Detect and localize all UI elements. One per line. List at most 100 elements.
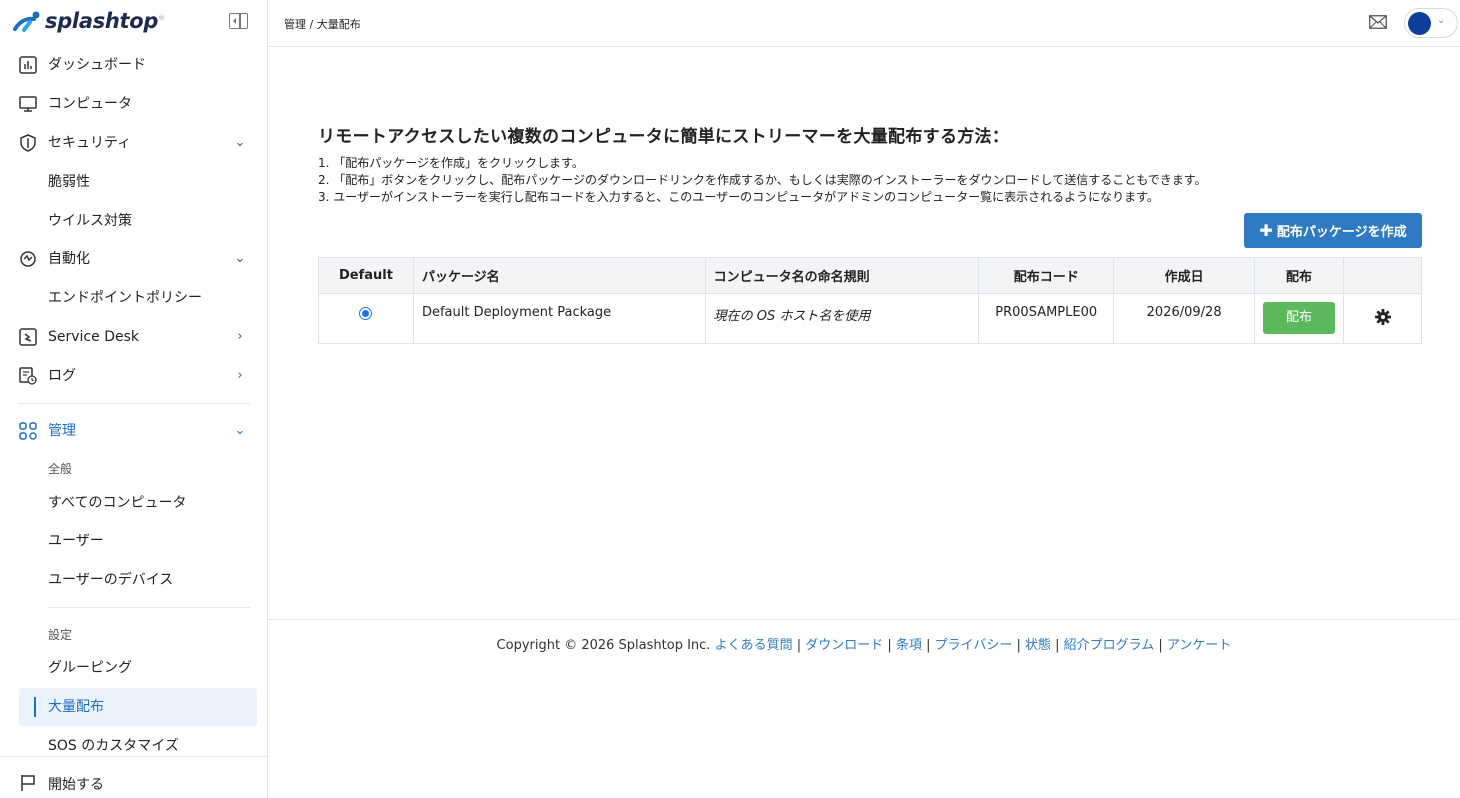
created-date-cell: 2026/09/28 xyxy=(1113,293,1256,344)
log-icon xyxy=(19,367,37,385)
splashtop-logo[interactable]: splashtop® xyxy=(12,9,165,33)
flag-icon xyxy=(21,775,35,791)
instruction-steps: 1. 「配布パッケージを作成」をクリックします。 2. 「配布」ボタンをクリック… xyxy=(318,155,1207,206)
sidebar-item-label: ユーザーのデバイス xyxy=(48,572,174,588)
chevron-right-icon: › xyxy=(237,368,243,383)
instruction-step: 3. ユーザーがインストーラーを実行し配布コードを入力すると、このユーザーのコン… xyxy=(318,190,1159,204)
sidebar-item-all-computers[interactable]: すべてのコンピュータ xyxy=(0,484,268,522)
logo-row: splashtop® xyxy=(0,0,268,46)
table-header-row: Default パッケージ名 コンピュータ名の命名規則 配布コード 作成日 配布 xyxy=(318,257,1422,294)
sidebar-item-label: グルーピング xyxy=(48,660,132,676)
instruction-step: 2. 「配布」ボタンをクリックし、配布パッケージのダウンロードリンクを作成するか… xyxy=(318,173,1207,187)
sidebar-item-label: ユーザー xyxy=(48,533,104,549)
instruction-step: 1. 「配布パッケージを作成」をクリックします。 xyxy=(318,156,584,170)
sidebar-item-users[interactable]: ユーザー xyxy=(0,522,268,560)
sidebar-item-logs[interactable]: ログ › xyxy=(0,357,268,395)
footer-separator: | xyxy=(1012,638,1025,653)
sidebar-item-label: エンドポイントポリシー xyxy=(48,290,202,306)
sidebar-item-mass-deployment[interactable]: 大量配布 xyxy=(19,688,257,726)
sidebar-item-service-desk[interactable]: Service Desk › xyxy=(0,318,268,356)
sidebar-item-security[interactable]: セキュリティ ⌄ xyxy=(0,124,268,162)
sidebar-item-grouping[interactable]: グルーピング xyxy=(0,649,268,687)
section-label-settings: 設定 xyxy=(48,628,73,642)
chevron-down-icon: ⌄ xyxy=(234,135,246,150)
sidebar-item-vulnerability[interactable]: 脆弱性 xyxy=(0,163,268,201)
footer-link-referral[interactable]: 紹介プログラム xyxy=(1064,638,1155,653)
actions-cell xyxy=(1343,293,1422,344)
column-header-default: Default xyxy=(318,257,414,294)
user-menu-button[interactable]: ⌄ xyxy=(1404,8,1458,38)
column-header-created: 作成日 xyxy=(1113,257,1256,294)
topbar: 管理 / 大量配布 ⌄ xyxy=(268,0,1460,47)
sidebar-item-label: 大量配布 xyxy=(48,699,104,715)
sidebar-item-get-started[interactable]: 開始する xyxy=(0,756,268,798)
footer-link-terms[interactable]: 条項 xyxy=(896,638,922,653)
sidebar-item-antivirus[interactable]: ウイルス対策 xyxy=(0,202,268,240)
sidebar-item-label: Service Desk xyxy=(48,329,139,345)
sidebar-divider xyxy=(18,403,250,404)
sidebar-item-user-devices[interactable]: ユーザーのデバイス xyxy=(0,561,268,599)
mail-icon[interactable] xyxy=(1369,15,1387,29)
sidebar: splashtop® ダッシュボード コンピュータ セキュリティ ⌄ 脆弱性 ウ… xyxy=(0,0,268,798)
table-row: Default Deployment Package 現在の OS ホスト名を使… xyxy=(318,293,1422,344)
footer-separator: | xyxy=(1154,638,1167,653)
footer-link-faq[interactable]: よくある質問 xyxy=(715,638,793,653)
column-header-deploy-code: 配布コード xyxy=(978,257,1115,294)
sidebar-item-label: ウイルス対策 xyxy=(48,213,132,229)
sidebar-item-label: 管理 xyxy=(48,423,76,439)
sidebar-item-label: セキュリティ xyxy=(48,135,132,151)
monitor-icon xyxy=(19,96,37,112)
footer-separator: | xyxy=(921,638,935,653)
package-table: Default パッケージ名 コンピュータ名の命名規則 配布コード 作成日 配布… xyxy=(318,257,1422,344)
naming-rule-cell: 現在の OS ホスト名を使用 xyxy=(704,293,980,344)
sidebar-item-label: 自動化 xyxy=(48,251,90,267)
deploy-button[interactable]: 配布 xyxy=(1263,302,1336,334)
footer-separator: | xyxy=(1051,638,1064,653)
sidebar-item-label: ログ xyxy=(48,368,76,384)
chevron-right-icon: › xyxy=(237,329,243,344)
copyright-line: Copyright © 2026 Splashtop Inc. よくある質問 |… xyxy=(268,634,1460,653)
sidebar-item-dashboard[interactable]: ダッシュボード xyxy=(0,46,268,84)
column-header-package-name: パッケージ名 xyxy=(412,257,706,294)
collapse-sidebar-icon[interactable] xyxy=(229,13,248,29)
sidebar-divider xyxy=(48,607,250,608)
sidebar-item-endpoint-policy[interactable]: エンドポイントポリシー xyxy=(0,279,268,317)
page-heading: リモートアクセスしたい複数のコンピュータに簡単にストリーマーを大量配布する方法： xyxy=(318,127,1010,147)
sidebar-item-label: 開始する xyxy=(48,777,104,793)
splashtop-logo-icon xyxy=(13,11,40,32)
sidebar-item-label: SOS のカスタマイズ xyxy=(48,738,179,754)
create-package-button[interactable]: ✚ 配布パッケージを作成 xyxy=(1244,213,1422,248)
brand-name: splashtop® xyxy=(45,9,165,33)
section-label-general: 全般 xyxy=(48,462,73,476)
column-header-actions xyxy=(1343,257,1422,294)
sidebar-item-label: ダッシュボード xyxy=(48,57,146,73)
sidebar-item-computers[interactable]: コンピュータ xyxy=(0,85,268,123)
breadcrumb[interactable]: 管理 / 大量配布 xyxy=(284,16,361,32)
main-content: リモートアクセスしたい複数のコンピュータに簡単にストリーマーを大量配布する方法：… xyxy=(268,48,1460,619)
column-header-naming-rule: コンピュータ名の命名規則 xyxy=(704,257,980,294)
footer-link-privacy[interactable]: プライバシー xyxy=(935,638,1013,653)
deploy-code-cell: PR00SAMPLE00 xyxy=(978,293,1115,344)
footer-link-status[interactable]: 状態 xyxy=(1025,638,1051,653)
footer-link-download[interactable]: ダウンロード xyxy=(805,638,883,653)
create-package-label: 配布パッケージを作成 xyxy=(1276,225,1407,240)
service-desk-icon xyxy=(19,328,37,346)
default-radio[interactable] xyxy=(359,307,373,320)
chevron-down-icon: ⌄ xyxy=(234,251,246,266)
shield-icon xyxy=(20,134,36,152)
footer-link-survey[interactable]: アンケート xyxy=(1167,638,1231,653)
sidebar-item-label: 脆弱性 xyxy=(48,174,90,190)
automation-icon xyxy=(20,251,36,267)
sidebar-item-label: コンピュータ xyxy=(48,96,132,112)
sidebar-item-automation[interactable]: 自動化 ⌄ xyxy=(0,240,268,278)
dashboard-icon xyxy=(19,56,37,74)
default-cell xyxy=(318,293,414,344)
page-footer: Copyright © 2026 Splashtop Inc. よくある質問 |… xyxy=(268,619,1460,798)
sidebar-item-management[interactable]: 管理 ⌄ xyxy=(0,412,268,450)
gear-icon[interactable] xyxy=(1374,309,1391,325)
management-icon xyxy=(19,422,37,440)
footer-separator: | xyxy=(792,638,806,653)
copyright-text: Copyright © 2026 Splashtop Inc. xyxy=(496,638,711,653)
chevron-down-icon: ⌄ xyxy=(234,423,246,438)
deploy-cell: 配布 xyxy=(1254,293,1345,344)
